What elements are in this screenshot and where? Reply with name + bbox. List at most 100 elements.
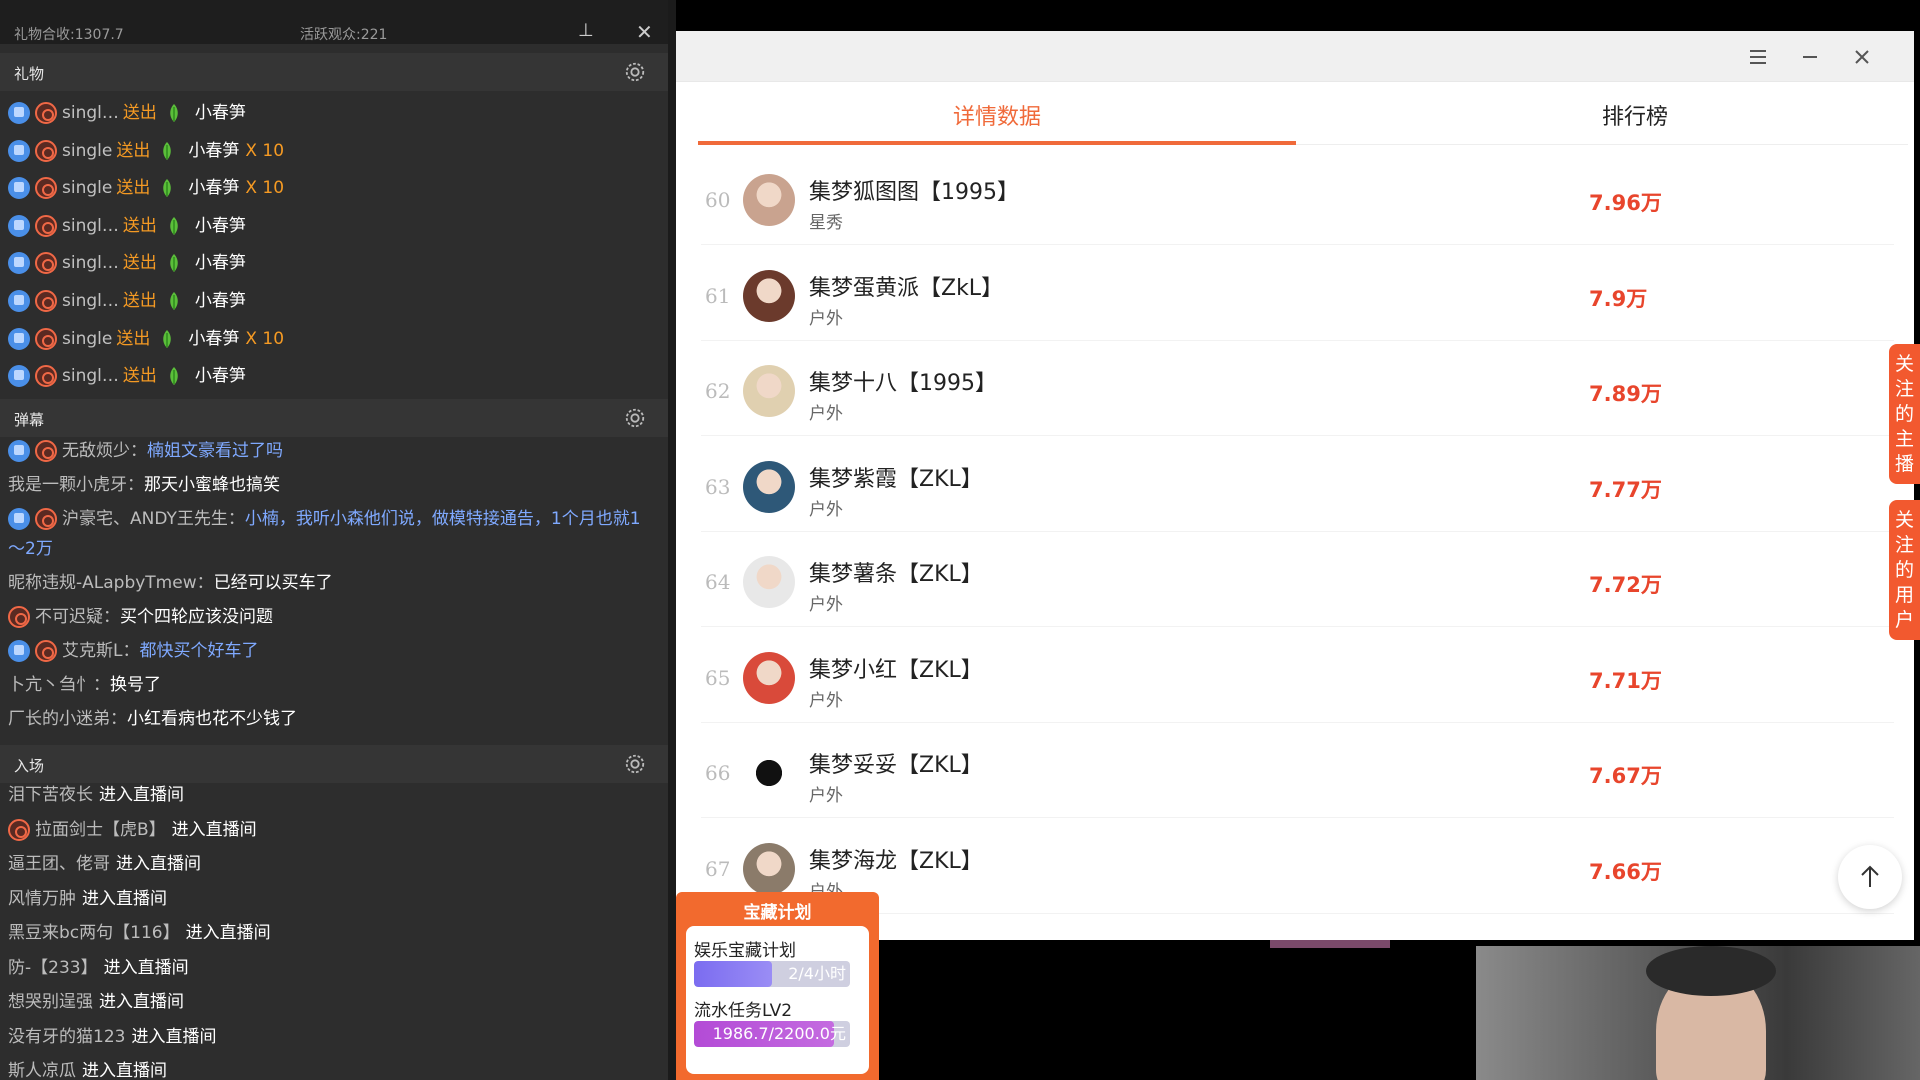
gift-row: singl… 送出 小春笋 (8, 286, 252, 316)
gift-user: singl… (62, 366, 119, 387)
rank-row[interactable]: 65 集梦小红【ZKL】 户外 7.71万 (701, 628, 1894, 723)
rank-row[interactable]: 61 集梦蛋黄派【ZkL】 户外 7.9万 (701, 246, 1894, 341)
danmu-user: 无敌烦少： (62, 441, 147, 461)
gift-action: 送出 (122, 366, 157, 387)
treasure-item1-value: 2/4小时 (788, 964, 846, 983)
treasure-item1-progress: 2/4小时 (694, 961, 850, 987)
enter-text: 进入直播间 (103, 957, 189, 978)
rank-number: 66 (705, 761, 731, 785)
tab-leaderboard[interactable]: 排行榜 (1336, 93, 1914, 145)
sprout-gift-icon (167, 216, 181, 236)
anchor-category: 户外 (809, 308, 843, 329)
back-to-top-button[interactable] (1838, 845, 1902, 909)
enter-user: 逼王团、佬哥 (8, 854, 110, 874)
rank-row[interactable]: 66 集梦妥妥【ZKL】 户外 7.67万 (701, 723, 1894, 818)
gift-user: singl… (62, 291, 119, 311)
level-badge-icon (35, 139, 57, 162)
rank-row[interactable]: 集梦李文亮【ZKL】 (701, 914, 1894, 940)
gift-name: 小春笋 (194, 366, 246, 387)
rank-row[interactable]: 60 集梦狐图图【1995】 星秀 7.96万 (701, 150, 1894, 245)
treasure-plan-widget[interactable]: 宝藏计划 娱乐宝藏计划 2/4小时 流水任务LV2 1986.7/2200.0元 (676, 892, 879, 1080)
gear-icon[interactable] (624, 753, 646, 775)
fan-badge-icon (8, 440, 30, 462)
rank-number: 65 (705, 665, 731, 690)
anchor-name: 集梦狐图图【1995】 (809, 180, 1019, 205)
pin-icon[interactable]: ⊥ (578, 20, 594, 41)
gift-user: single (62, 178, 113, 199)
avatar (743, 460, 795, 513)
rank-row[interactable]: 64 集梦薯条【ZKL】 户外 7.72万 (701, 532, 1894, 627)
enter-user: 拉面剑士【虎B】 (35, 819, 166, 840)
enter-text: 进入直播间 (171, 819, 257, 840)
fan-badge-icon (8, 365, 30, 388)
treasure-item2-label: 流水任务LV2 (694, 1001, 793, 1021)
anchor-value: 7.9万 (1589, 286, 1648, 311)
gear-icon[interactable] (624, 61, 646, 83)
enter-text: 进入直播间 (82, 888, 167, 909)
danmu-text: 换号了 (110, 675, 161, 695)
gift-name: 小春笋 (188, 140, 240, 161)
level-badge-icon (35, 102, 57, 124)
gift-section-title: 礼物 (14, 65, 45, 83)
close-icon[interactable] (1846, 41, 1878, 73)
danmu-text: 小红看病也花不少钱了 (127, 709, 297, 729)
anchor-value: 7.66万 (1589, 859, 1662, 884)
rank-row[interactable]: 63 集梦紫霞【ZKL】 户外 7.77万 (701, 437, 1894, 532)
ranking-window: 详情数据 排行榜 60 集梦狐图图【1995】 星秀 7.96万 61 集梦蛋黄派【ZkL… (676, 31, 1914, 940)
enter-text: 进入直播间 (116, 854, 201, 874)
enter-message: 想哭别逞强 进入直播间 (8, 987, 648, 1017)
level-badge-icon (35, 214, 57, 237)
enter-message: 黑豆来bc两句【116】 进入直播间 (8, 918, 648, 948)
fan-badge-icon (8, 290, 30, 312)
gift-user: singl… (62, 253, 119, 274)
divider-strip (668, 0, 676, 1080)
enter-user: 斯人凉瓜 (8, 1061, 76, 1080)
fan-badge-icon (8, 214, 30, 237)
avatar (743, 174, 795, 226)
minimize-icon[interactable] (1794, 41, 1826, 73)
fan-badge-icon (8, 327, 30, 350)
anchor-value: 7.67万 (1589, 764, 1662, 788)
enter-message: 逼王团、佬哥 进入直播间 (8, 849, 648, 879)
danmu-section-title: 弹幕 (14, 411, 45, 429)
danmu-text: 已经可以买车了 (213, 573, 333, 593)
rank-number: 64 (705, 570, 731, 594)
gift-count: X 10 (245, 178, 285, 199)
gift-name: 小春笋 (188, 328, 240, 349)
rank-row[interactable]: 67集梦海龙【ZKL】户外7.66万 (701, 819, 1894, 914)
treasure-item2-value: 1986.7/2200.0元 (712, 1024, 846, 1043)
followed-anchors-tab[interactable]: 关注的主播 (1889, 344, 1920, 484)
anchor-name: 集梦紫霞【ZKL】 (809, 466, 983, 492)
stats-strip: 礼物合收:1307.7 活跃观众:221 ⊥ ✕ (0, 0, 668, 44)
active-viewers: 活跃观众:221 (300, 27, 388, 43)
enter-text: 进入直播间 (82, 1061, 167, 1080)
gift-action: 送出 (116, 178, 151, 199)
gift-name: 小春笋 (194, 291, 246, 311)
avatar (743, 842, 795, 895)
anchor-value: 7.72万 (1589, 573, 1662, 597)
level-badge-icon (35, 177, 57, 200)
live-assistant-panel: 礼物合收:1307.7 活跃观众:221 ⊥ ✕ 礼物 singl… 送出 小春笋 s… (0, 0, 668, 1080)
gear-icon[interactable] (624, 407, 646, 429)
gift-count: X 10 (245, 328, 285, 349)
tab-details[interactable]: 详情数据 (698, 93, 1296, 145)
followed-users-tab[interactable]: 关注的用户 (1889, 500, 1920, 640)
gift-action: 送出 (122, 215, 157, 236)
anchor-name: 集梦海龙【ZKL】 (809, 848, 983, 874)
fan-badge-icon (8, 252, 30, 275)
close-icon[interactable]: ✕ (636, 20, 653, 44)
anchor-name: 集梦小红【ZKL】 (809, 657, 983, 683)
enter-message: 泪下苦夜长 进入直播间 (8, 780, 648, 810)
gift-count: X 10 (245, 140, 285, 161)
level-badge-icon (8, 818, 30, 841)
sprout-gift-icon (167, 366, 181, 386)
gift-user: singl… (62, 103, 119, 123)
menu-icon[interactable] (1742, 41, 1774, 73)
fan-badge-icon (8, 508, 30, 530)
danmu-section-header: 弹幕 (0, 399, 668, 437)
enter-user: 风情万肿 (8, 888, 76, 909)
danmu-user: 昵称违规-ALapbyTmew： (8, 573, 214, 593)
danmu-text: 楠姐文豪看过了吗 (147, 441, 283, 461)
rank-row[interactable]: 62 集梦十八【1995】 户外 7.89万 (701, 341, 1894, 436)
danmu-message: 厂长的小迷弟：小红看病也花不少钱了 (8, 704, 648, 734)
